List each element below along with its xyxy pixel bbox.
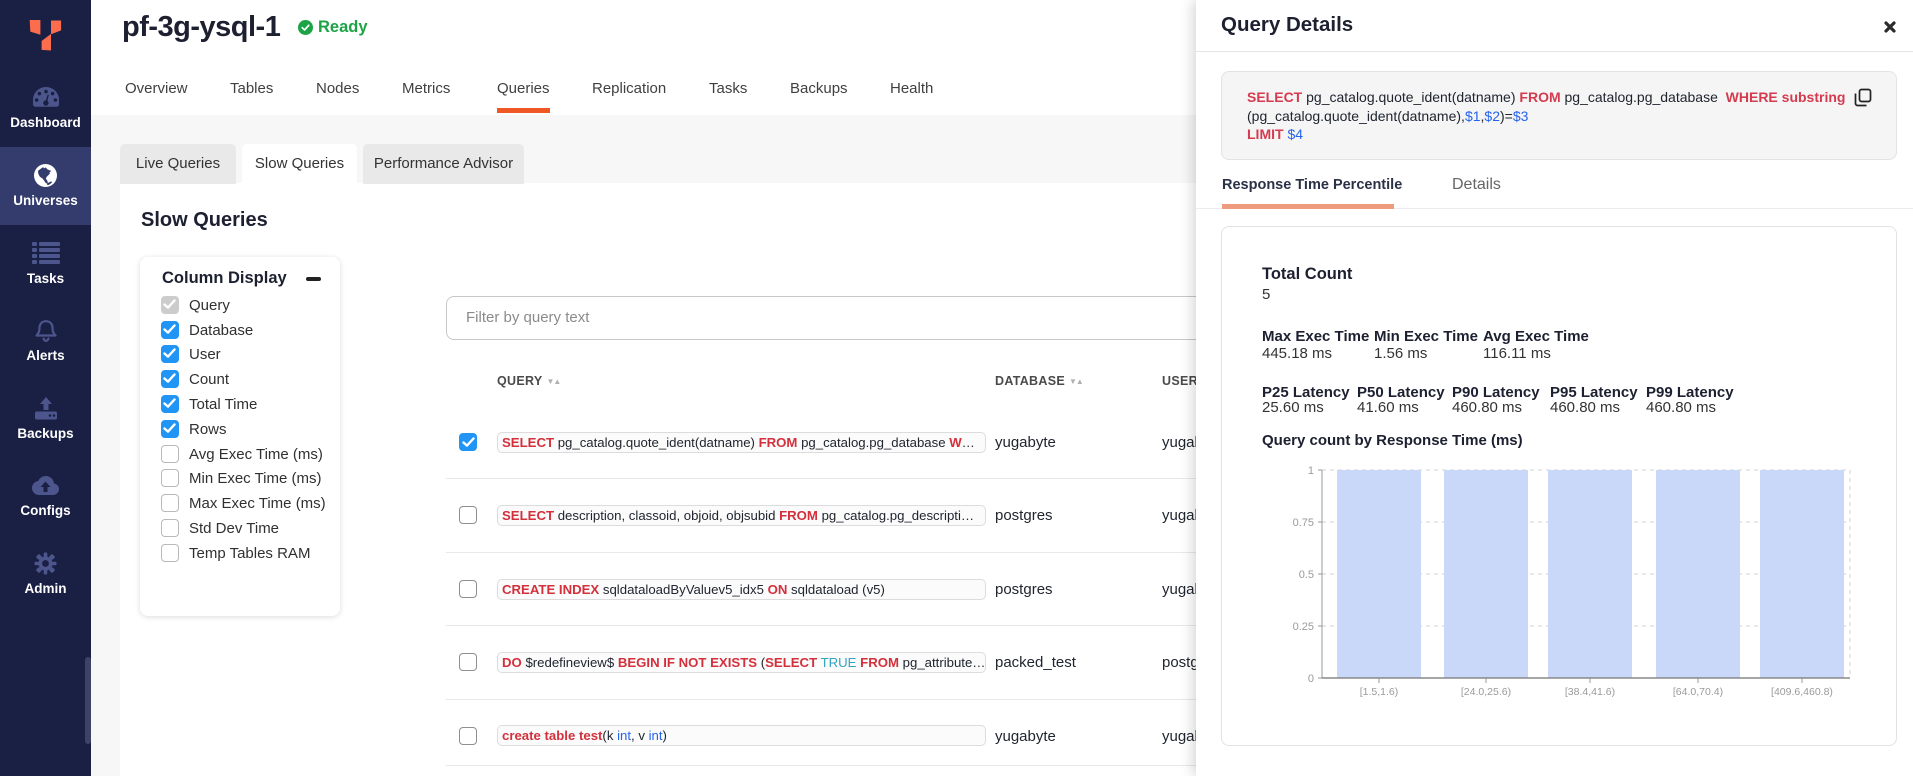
- svg-text:0: 0: [1308, 673, 1314, 685]
- svg-text:[409.6,460.8): [409.6,460.8): [1771, 686, 1833, 698]
- svg-text:[38.4,41.6): [38.4,41.6): [1565, 686, 1615, 698]
- svg-text:1: 1: [1308, 465, 1314, 477]
- svg-text:[1.5,1.6): [1.5,1.6): [1360, 686, 1399, 698]
- svg-text:[24.0,25.6): [24.0,25.6): [1461, 686, 1511, 698]
- svg-text:0.75: 0.75: [1293, 517, 1314, 529]
- svg-text:0.5: 0.5: [1299, 569, 1314, 581]
- svg-text:[64.0,70.4): [64.0,70.4): [1673, 686, 1723, 698]
- svg-text:0.25: 0.25: [1293, 621, 1314, 633]
